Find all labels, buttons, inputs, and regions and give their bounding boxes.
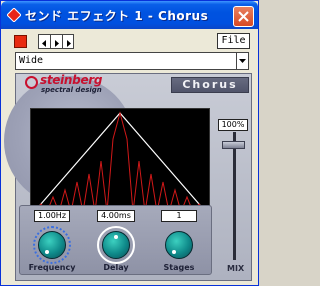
toolbar: File xyxy=(4,30,255,52)
steinberg-logo-icon xyxy=(25,76,38,89)
mix-value: 100% xyxy=(218,119,248,131)
brand-name: steinberg xyxy=(40,73,103,87)
close-button[interactable] xyxy=(233,6,254,27)
stages-label: Stages xyxy=(163,263,195,272)
mix-label: MIX xyxy=(227,264,245,273)
play-arrow-icon[interactable] xyxy=(63,35,74,48)
frequency-value: 1.00Hz xyxy=(34,210,70,222)
waveform-display xyxy=(30,108,210,216)
app-diamond-icon xyxy=(7,8,21,22)
waveform-envelope xyxy=(33,112,207,213)
bypass-button[interactable] xyxy=(14,35,27,48)
controls-panel: 1.00Hz Frequency 4.00ms Delay 1 Stages xyxy=(19,205,212,275)
plugin-window: センド エフェクト 1 - Chorus File Wide steinberg… xyxy=(0,0,259,286)
frequency-label: Frequency xyxy=(28,263,76,272)
mix-slider-handle[interactable] xyxy=(222,141,245,149)
preset-value: Wide xyxy=(19,55,44,66)
frequency-knob[interactable] xyxy=(38,231,66,259)
chevron-down-icon[interactable] xyxy=(236,53,248,69)
stages-pointer-icon xyxy=(172,250,176,254)
close-icon xyxy=(238,11,249,22)
prev-arrow-icon[interactable] xyxy=(39,35,51,48)
mix-slider-track[interactable] xyxy=(233,132,236,260)
file-button[interactable]: File xyxy=(217,33,250,49)
title-bar[interactable]: センド エフェクト 1 - Chorus xyxy=(1,1,258,29)
delay-value: 4.00ms xyxy=(97,210,135,222)
next-arrow-icon[interactable] xyxy=(51,35,63,48)
preset-navigator xyxy=(38,34,74,49)
brand-subtitle: spectral design xyxy=(41,86,102,94)
delay-label: Delay xyxy=(103,263,129,272)
delay-pointer-icon xyxy=(114,235,118,239)
stages-value: 1 xyxy=(161,210,197,222)
stages-knob[interactable] xyxy=(165,231,193,259)
effect-name: Chorus xyxy=(171,77,249,93)
window-title: センド エフェクト 1 - Chorus xyxy=(25,9,209,23)
waveform-trace xyxy=(33,111,207,214)
waveform-graph xyxy=(33,111,207,214)
frequency-pointer-icon xyxy=(45,250,49,254)
preset-select[interactable]: Wide xyxy=(15,52,249,70)
delay-knob[interactable] xyxy=(102,231,130,259)
chorus-panel: steinberg spectral design Chorus 100% MI… xyxy=(4,73,252,281)
